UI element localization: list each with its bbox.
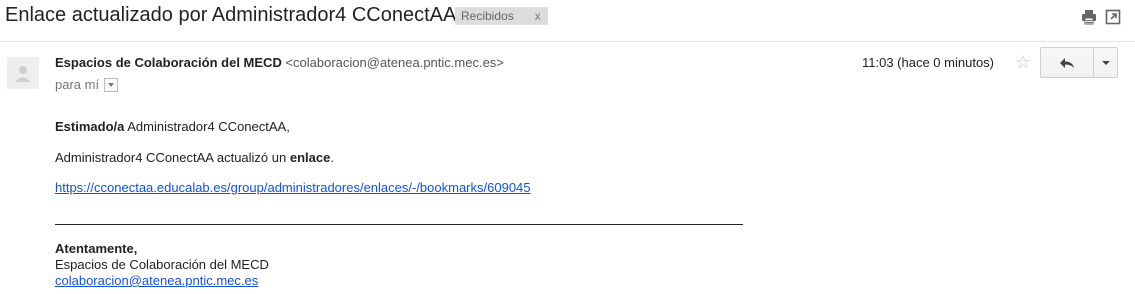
sender-name[interactable]: Espacios de Colaboración del MECD: [55, 55, 282, 70]
details-dropdown-icon[interactable]: [104, 77, 119, 92]
recipient-line: para mí: [55, 77, 119, 92]
update-text-post: .: [330, 150, 334, 165]
label-chip-recibidos[interactable]: Recibidos x: [455, 7, 548, 25]
sender-email: <colaboracion@atenea.pntic.mec.es>: [285, 55, 504, 70]
recipient-label: para mí: [55, 77, 100, 92]
chevron-down-icon: [1101, 60, 1110, 65]
greeting-line: Estimado/a Administrador4 CConectAA,: [55, 119, 290, 134]
reply-button-group: [1040, 47, 1118, 78]
remove-label-button[interactable]: x: [528, 7, 548, 25]
message-timestamp: 11:03 (hace 0 minutos): [862, 55, 994, 70]
signature-closing: Atentamente,: [55, 241, 138, 256]
avatar-placeholder-icon: [7, 57, 39, 89]
signature-email-link[interactable]: colaboracion@atenea.pntic.mec.es: [55, 273, 258, 288]
new-window-icon[interactable]: [1105, 9, 1121, 25]
bookmark-link-line: https://cconectaa.educalab.es/group/admi…: [55, 180, 531, 195]
reply-icon: [1060, 57, 1074, 68]
print-icon[interactable]: [1081, 9, 1097, 25]
greeting-bold: Estimado/a: [55, 119, 125, 134]
greeting-rest: Administrador4 CConectAA,: [124, 119, 290, 134]
signature-divider: [55, 224, 743, 225]
label-chip-text[interactable]: Recibidos: [461, 7, 528, 25]
update-line: Administrador4 CConectAA actualizó un en…: [55, 150, 334, 165]
signature-org: Espacios de Colaboración del MECD: [55, 257, 269, 272]
sender-line: Espacios de Colaboración del MECD <colab…: [55, 55, 504, 70]
update-text-pre: Administrador4 CConectAA actualizó un: [55, 150, 290, 165]
subject-bar: Enlace actualizado por Administrador4 CC…: [0, 0, 1135, 36]
email-subject: Enlace actualizado por Administrador4 CC…: [5, 4, 457, 26]
more-actions-button[interactable]: [1094, 48, 1117, 77]
bookmark-link[interactable]: https://cconectaa.educalab.es/group/admi…: [55, 180, 531, 195]
reply-button[interactable]: [1041, 48, 1094, 77]
header-divider: [0, 41, 1135, 42]
update-text-bold: enlace: [289, 150, 331, 165]
signature-email-line: colaboracion@atenea.pntic.mec.es: [55, 273, 258, 288]
star-icon[interactable]: ☆: [1015, 52, 1031, 72]
